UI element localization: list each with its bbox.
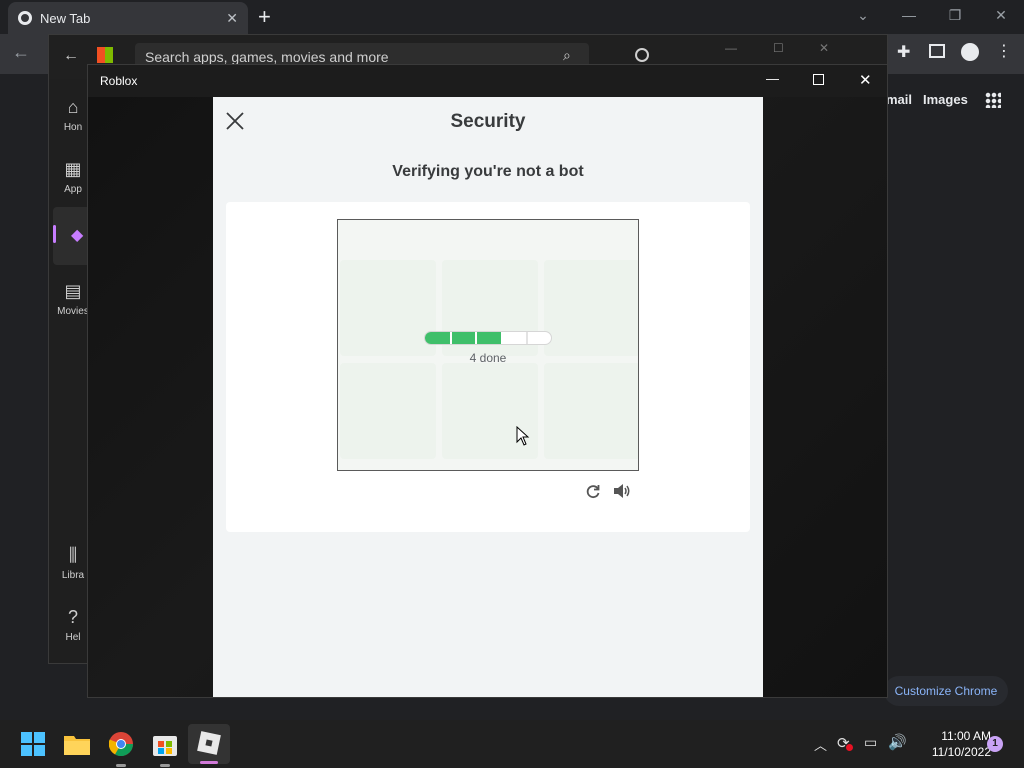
store-nav-gaming[interactable]: ◆: [53, 207, 91, 265]
tab-title: New Tab: [40, 10, 91, 26]
store-back-icon[interactable]: ←: [63, 47, 79, 65]
notification-badge[interactable]: 1: [987, 736, 1003, 752]
roblox-titlebar: Roblox — ✕: [88, 65, 887, 97]
roblox-taskbar-button[interactable]: [188, 724, 230, 764]
chrome-icon[interactable]: [105, 728, 137, 760]
roblox-close-button[interactable]: ✕: [859, 71, 872, 89]
mouse-cursor-icon: [516, 426, 530, 446]
roblox-window-title: Roblox: [100, 74, 138, 88]
network-icon[interactable]: ▭: [864, 734, 877, 751]
chrome-restore-button[interactable]: ❐: [932, 0, 978, 30]
progress-divider: [526, 332, 528, 344]
chrome-close-button[interactable]: ✕: [978, 0, 1024, 30]
modal-title: Security: [450, 111, 526, 132]
running-indicator: [116, 764, 126, 767]
apps-grid-icon[interactable]: [985, 92, 1001, 108]
alert-dot: [846, 744, 853, 751]
profile-avatar-icon[interactable]: [961, 43, 979, 61]
active-app-indicator: [200, 761, 218, 764]
tab-new-tab[interactable]: New Tab ✕: [8, 2, 248, 34]
audio-speaker-icon[interactable]: [612, 482, 632, 500]
store-maximize-button[interactable]: ☐: [773, 41, 784, 55]
clock-date: 11/10/2022: [931, 745, 991, 759]
clock-time: 11:00 AM: [941, 729, 991, 743]
running-indicator: [160, 764, 170, 767]
store-nav-label: Libra: [61, 570, 85, 581]
progress-divider: [450, 332, 452, 344]
store-nav-label: App: [64, 184, 82, 195]
gamepad-icon: ◆: [71, 227, 84, 244]
windows-taskbar: ︿ ⟳ ▭ 🔊 11:00 AM 11/10/2022 1: [0, 720, 1024, 768]
customize-chrome-button[interactable]: Customize Chrome: [884, 676, 1008, 706]
extensions-puzzle-icon[interactable]: ✚: [897, 42, 910, 62]
active-indicator: [53, 225, 56, 243]
store-nav-label: Hon: [63, 122, 83, 133]
refresh-icon[interactable]: [585, 483, 601, 499]
roblox-icon-center: [205, 739, 213, 747]
roblox-minimize-button[interactable]: —: [766, 71, 779, 86]
search-icon[interactable]: ⌕: [563, 47, 571, 64]
gmail-link[interactable]: mail: [886, 92, 912, 107]
volume-icon[interactable]: 🔊: [888, 733, 907, 751]
security-modal: Security Verifying you're not a bot 4 do…: [213, 97, 763, 697]
roblox-icon: [197, 731, 221, 755]
chrome-tabstrip: New Tab ✕ + ⌄ — ❐ ✕: [0, 0, 1024, 34]
captcha-overlay: [338, 220, 638, 470]
tab-search-icon[interactable]: ⌄: [840, 0, 886, 30]
progress-fill: [425, 332, 501, 344]
side-panel-icon[interactable]: [929, 44, 945, 58]
clock[interactable]: 11:00 AM 11/10/2022: [913, 728, 991, 760]
progress-bar: [424, 331, 552, 345]
roblox-maximize-button[interactable]: [813, 74, 824, 85]
captcha-frame: 4 done: [337, 219, 639, 471]
store-logo-icon: [97, 47, 113, 63]
back-arrow-icon[interactable]: ←: [12, 42, 30, 63]
progress-divider: [475, 332, 477, 344]
microsoft-store-icon[interactable]: [149, 728, 181, 760]
chrome-minimize-button[interactable]: —: [886, 0, 932, 30]
images-link[interactable]: Images: [923, 92, 968, 107]
chrome-favicon-icon: [18, 11, 32, 25]
show-hidden-icons-chevron-icon[interactable]: ︿: [814, 735, 827, 754]
chrome-menu-icon[interactable]: ⋮: [996, 41, 1012, 61]
file-explorer-icon[interactable]: [61, 728, 93, 760]
close-tab-icon[interactable]: ✕: [226, 10, 238, 27]
captcha-card: 4 done: [226, 202, 750, 532]
progress-label: 4 done: [469, 351, 507, 365]
store-minimize-button[interactable]: —: [725, 41, 737, 55]
windows-start-icon[interactable]: [17, 728, 49, 760]
store-nav-label: Hel: [65, 632, 81, 643]
new-tab-button[interactable]: +: [258, 4, 271, 30]
progress-divider: [501, 332, 503, 344]
modal-subtitle: Verifying you're not a bot: [392, 163, 584, 180]
account-icon[interactable]: [635, 48, 649, 62]
store-nav-label: Movies: [57, 306, 89, 317]
store-close-button[interactable]: ✕: [819, 41, 829, 55]
